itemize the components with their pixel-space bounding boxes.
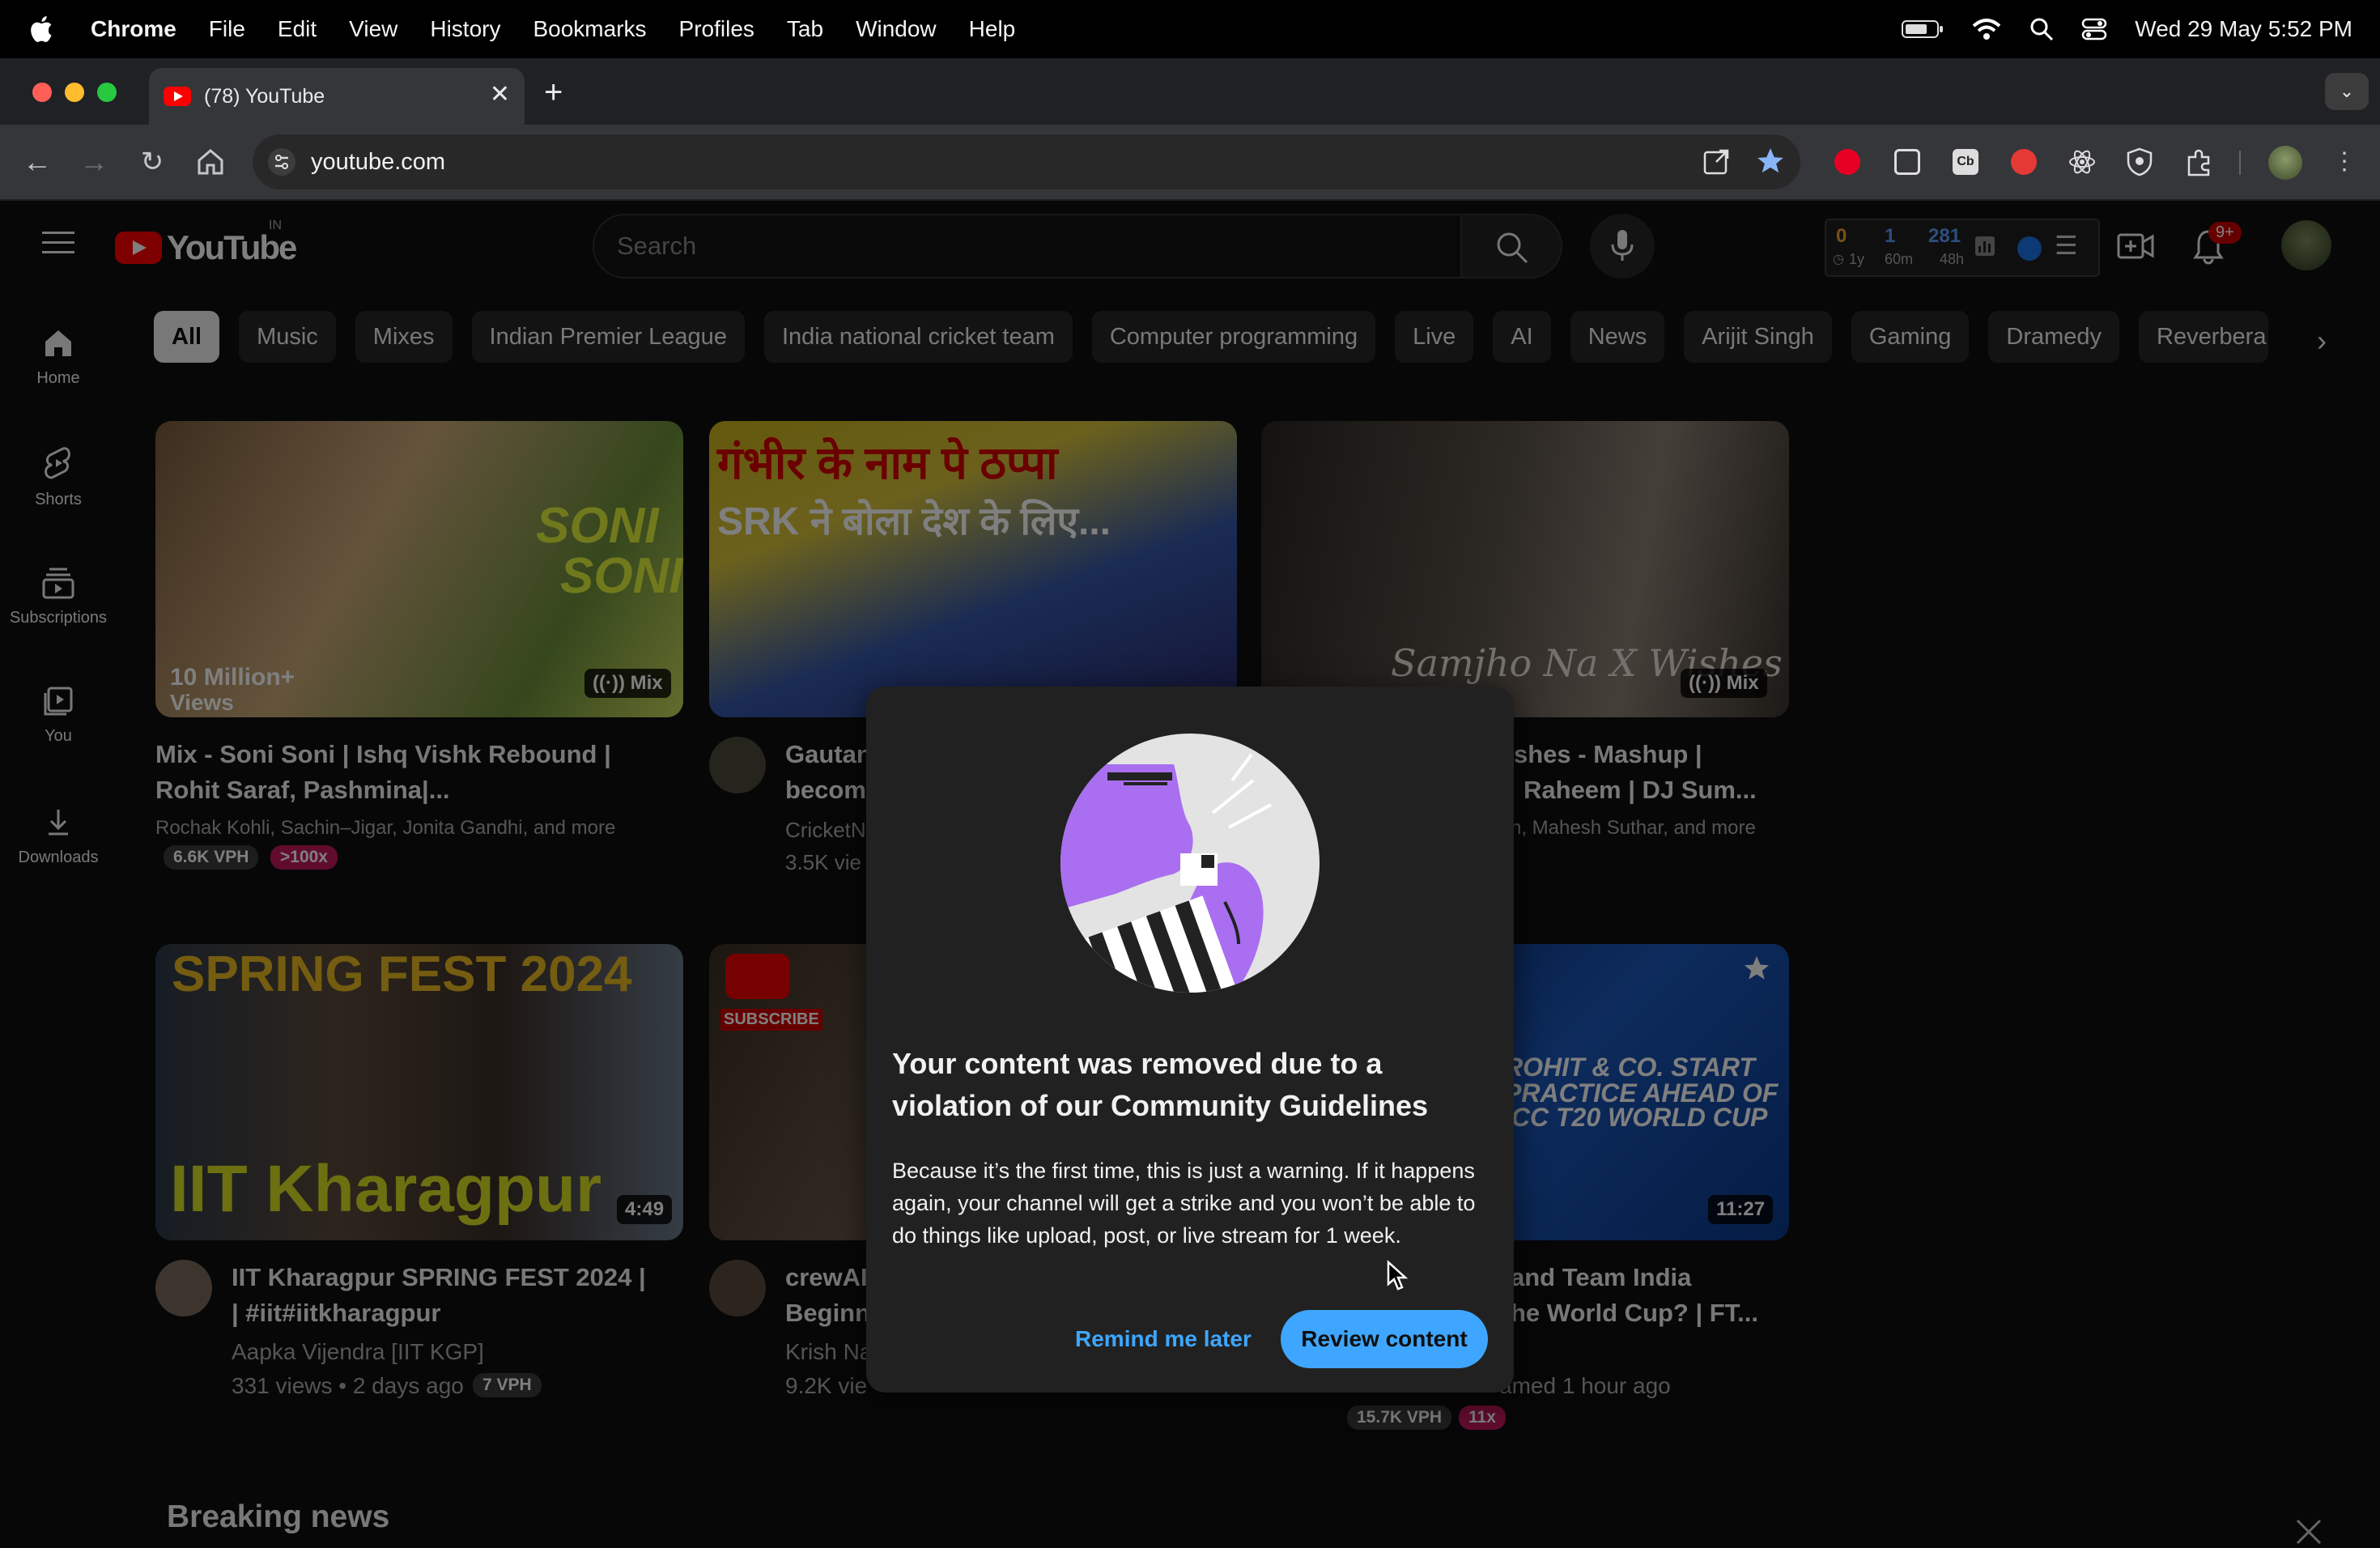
menubar-clock[interactable]: Wed 29 May 5:52 PM: [2135, 16, 2352, 42]
tab-close-icon[interactable]: ✕: [490, 83, 510, 107]
menu-bookmarks[interactable]: Bookmarks: [533, 16, 646, 42]
address-bar[interactable]: youtube.com: [253, 134, 1800, 189]
warning-illustration-icon: [1060, 734, 1320, 993]
community-guidelines-warning-dialog: Your content was removed due to a violat…: [866, 687, 1514, 1393]
dialog-title: Your content was removed due to a violat…: [892, 1047, 1429, 1122]
shield-extension-icon[interactable]: [2126, 147, 2153, 176]
menu-edit[interactable]: Edit: [278, 16, 317, 42]
picture-in-picture-extension-icon[interactable]: [1894, 149, 1920, 175]
window-close-button[interactable]: [32, 83, 52, 102]
reload-icon[interactable]: ↻: [134, 144, 170, 180]
new-tab-button[interactable]: +: [544, 74, 563, 111]
youtube-favicon-icon: [164, 87, 191, 106]
menu-tab[interactable]: Tab: [787, 16, 823, 42]
menu-app-name[interactable]: Chrome: [91, 16, 176, 42]
back-arrow-icon[interactable]: ←: [19, 144, 55, 180]
tab-search-button[interactable]: ⌄: [2325, 73, 2369, 110]
url-text: youtube.com: [311, 149, 446, 175]
control-center-icon[interactable]: [2081, 17, 2107, 41]
review-content-button[interactable]: Review content: [1281, 1310, 1488, 1368]
window-minimize-button[interactable]: [65, 83, 84, 102]
menu-file[interactable]: File: [209, 16, 245, 42]
remind-me-later-button[interactable]: Remind me later: [1052, 1310, 1274, 1368]
menu-view[interactable]: View: [349, 16, 397, 42]
battery-icon[interactable]: [1902, 19, 1944, 40]
forward-arrow-icon[interactable]: →: [76, 144, 112, 180]
toolbar-divider: [2239, 151, 2241, 175]
extensions-puzzle-icon[interactable]: [2184, 147, 2215, 178]
site-info-icon[interactable]: [267, 147, 296, 176]
apple-logo-icon[interactable]: [28, 14, 58, 45]
hand-extension-icon[interactable]: [2011, 149, 2037, 175]
pinterest-extension-icon[interactable]: [1834, 149, 1860, 175]
wifi-icon[interactable]: [1971, 17, 2002, 41]
home-icon[interactable]: [194, 146, 227, 178]
react-devtools-extension-icon[interactable]: [2068, 147, 2097, 176]
browser-tab-active[interactable]: (78) YouTube ✕: [149, 68, 525, 125]
menu-profiles[interactable]: Profiles: [679, 16, 754, 42]
tab-title: (78) YouTube: [204, 84, 325, 108]
bookmark-star-icon[interactable]: [1755, 146, 1786, 176]
dialog-body-text: Because it’s the first time, this is jus…: [892, 1159, 1476, 1248]
spotlight-search-icon[interactable]: [2029, 17, 2054, 41]
cb-extension-icon[interactable]: Cb: [1953, 149, 1978, 175]
chrome-menu-icon[interactable]: ⋮: [2327, 144, 2362, 180]
macos-menubar: Chrome File Edit View History Bookmarks …: [0, 0, 2380, 58]
open-in-app-icon[interactable]: [1702, 147, 1731, 176]
menu-window[interactable]: Window: [856, 16, 937, 42]
menu-history[interactable]: History: [430, 16, 500, 42]
profile-avatar[interactable]: [2268, 146, 2302, 180]
window-zoom-button[interactable]: [97, 83, 117, 102]
menu-help[interactable]: Help: [969, 16, 1016, 42]
mouse-cursor-icon: [1387, 1260, 1409, 1291]
